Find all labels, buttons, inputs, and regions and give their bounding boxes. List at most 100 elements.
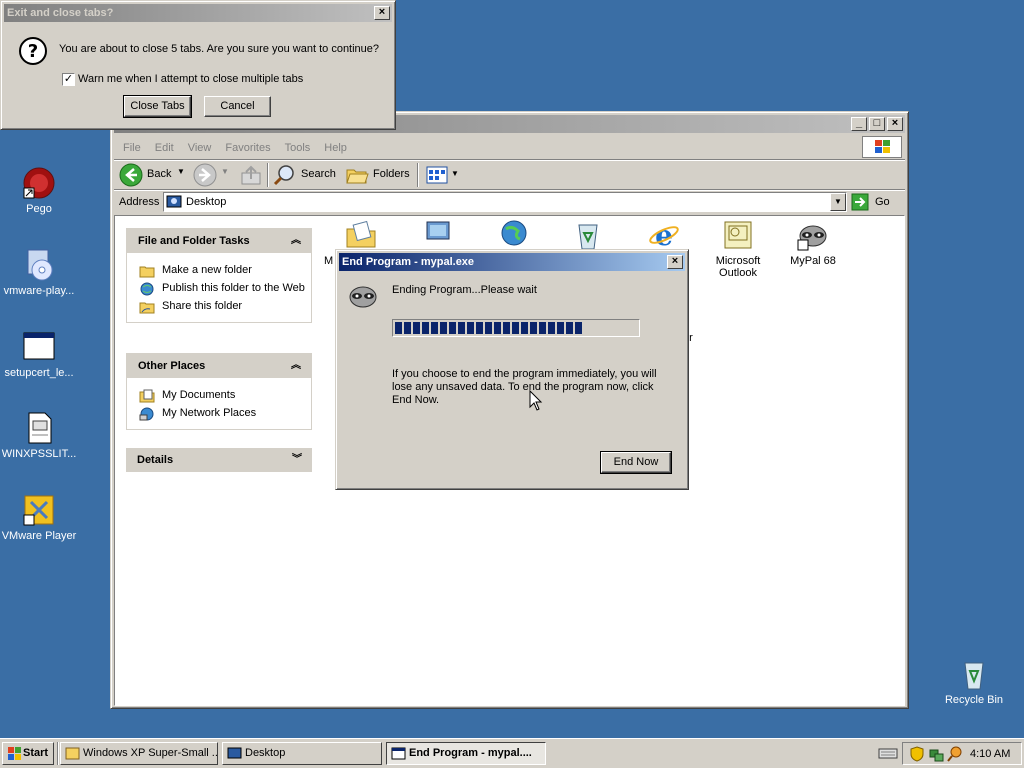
warn-multiple-tabs-label[interactable]: Warn me when I attempt to close multiple… — [78, 73, 303, 85]
svg-text:?: ? — [28, 41, 38, 62]
desktop-icon-label: WINXPSSLIT... — [1, 448, 77, 460]
cancel-button[interactable]: Cancel — [204, 96, 271, 117]
file-folder-tasks-header[interactable]: File and Folder Tasks ︽ — [127, 229, 311, 253]
internet-explorer-icon: e — [648, 219, 680, 252]
desktop-icon — [227, 747, 242, 759]
go-button[interactable]: Go — [851, 193, 895, 212]
views-button[interactable]: ▼ — [425, 164, 461, 186]
keyboard-icon[interactable] — [878, 744, 898, 765]
desktop-icon-setupcert[interactable]: setupcert_le... — [0, 330, 79, 379]
back-button[interactable]: Back ▼ — [119, 163, 199, 187]
question-icon: ? — [18, 36, 48, 69]
exit-dialog-message: You are about to close 5 tabs. Are you s… — [59, 43, 380, 55]
end-progress-bar — [392, 319, 640, 337]
collapse-chevron-icon: ︽ — [291, 360, 301, 371]
menu-file[interactable]: File — [123, 142, 141, 154]
back-arrow-icon — [119, 163, 143, 187]
taskbar-button-windows-xp[interactable]: Windows XP Super-Small ... — [60, 742, 218, 765]
close-button[interactable]: × — [374, 6, 390, 20]
windows-flag-icon — [8, 747, 21, 760]
task-publish-folder[interactable]: Publish this folder to the Web — [127, 282, 311, 296]
expand-chevron-icon: ︾ — [292, 454, 302, 465]
publish-web-icon — [140, 282, 154, 296]
desktop-icon-vmware-player[interactable]: VMware Player — [0, 493, 79, 542]
application-window-icon — [22, 330, 56, 364]
file-folder-tasks-panel: File and Folder Tasks ︽ Make a new folde… — [126, 228, 312, 323]
menu-view[interactable]: View — [188, 142, 212, 154]
desktop-icon-label: Recycle Bin — [944, 694, 1004, 706]
windows-flag-icon — [875, 140, 890, 153]
network-places-icon — [139, 407, 154, 421]
content-icon-microsoft-outlook[interactable]: Microsoft Outlook — [698, 219, 778, 279]
minimize-button[interactable]: _ — [851, 117, 867, 131]
ending-status-text: Ending Program...Please wait — [392, 284, 537, 296]
my-documents-folder-icon — [345, 219, 377, 251]
search-button[interactable]: Search — [273, 163, 337, 187]
mypal-raccoon-icon — [347, 280, 379, 315]
menu-bar: File Edit View Favorites Tools Help — [123, 140, 361, 156]
security-shield-icon[interactable] — [909, 746, 925, 762]
folders-icon — [346, 169, 369, 184]
clock[interactable]: 4:10 AM — [970, 748, 1010, 760]
maximize-button[interactable]: □ — [869, 117, 885, 131]
end-now-button[interactable]: End Now — [600, 451, 672, 474]
exit-dialog-titlebar[interactable]: Exit and close tabs? × — [4, 4, 392, 22]
windows-logo — [862, 136, 902, 158]
folders-button[interactable]: Folders — [345, 163, 411, 187]
recycle-bin-icon — [572, 219, 604, 251]
system-tray: 4:10 AM — [902, 742, 1022, 765]
my-documents-icon — [139, 389, 155, 403]
warn-multiple-tabs-checkbox[interactable]: ✓ — [62, 73, 75, 86]
place-my-network-places[interactable]: My Network Places — [127, 407, 311, 421]
chevron-down-icon: ▼ — [177, 167, 185, 176]
search-tray-icon[interactable] — [947, 746, 963, 762]
network-tray-icon[interactable] — [928, 746, 944, 762]
my-computer-icon — [422, 219, 454, 251]
end-program-titlebar[interactable]: End Program - mypal.exe × — [339, 253, 685, 271]
forward-arrow-icon — [193, 163, 217, 187]
menu-help[interactable]: Help — [324, 142, 347, 154]
other-places-header[interactable]: Other Places ︽ — [127, 354, 311, 378]
menu-favorites[interactable]: Favorites — [225, 142, 270, 154]
application-window-icon — [391, 747, 406, 760]
place-my-documents[interactable]: My Documents — [127, 389, 311, 403]
svg-text:e: e — [655, 219, 673, 251]
end-program-dialog: End Program - mypal.exe × Ending Program… — [335, 249, 689, 490]
desktop-icon-label: vmware-play... — [3, 285, 75, 297]
desktop-icon-pego[interactable]: Pego — [0, 166, 79, 215]
views-icon — [426, 166, 448, 184]
installer-cd-icon — [22, 248, 56, 282]
start-button[interactable]: Start — [2, 742, 54, 765]
menu-edit[interactable]: Edit — [155, 142, 174, 154]
search-icon — [273, 165, 294, 186]
taskbar-button-end-program[interactable]: End Program - mypal.... — [386, 742, 546, 765]
close-button[interactable]: × — [667, 255, 683, 269]
forward-button[interactable]: ▼ — [193, 163, 231, 187]
up-folder-icon — [241, 165, 261, 185]
taskbar-button-desktop[interactable]: Desktop — [222, 742, 382, 765]
exit-close-tabs-dialog: Exit and close tabs? × ? You are about t… — [0, 0, 396, 130]
close-tabs-button[interactable]: Close Tabs — [123, 95, 192, 118]
close-button[interactable]: × — [887, 117, 903, 131]
task-share-folder[interactable]: Share this folder — [127, 300, 311, 314]
address-label: Address — [119, 196, 160, 208]
new-folder-icon — [139, 266, 155, 278]
task-make-new-folder[interactable]: Make a new folder — [127, 264, 311, 278]
chevron-down-icon: ▼ — [221, 167, 229, 176]
taskbar: Start Windows XP Super-Small ... Desktop… — [0, 738, 1024, 768]
desktop-icon-vmware-installer[interactable]: vmware-play... — [0, 248, 79, 297]
content-icon-mypal[interactable]: MyPal 68 — [773, 219, 853, 267]
share-folder-icon — [139, 302, 155, 314]
network-globe-icon — [498, 219, 530, 251]
menu-tools[interactable]: Tools — [285, 142, 311, 154]
up-folder-button[interactable] — [239, 163, 263, 190]
details-panel: Details ︾ — [126, 448, 312, 472]
details-header[interactable]: Details ︾ — [126, 448, 312, 472]
desktop-icon-label: setupcert_le... — [4, 367, 74, 379]
desktop-icon-recycle-bin[interactable]: Recycle Bin — [934, 657, 1014, 706]
desktop-icon-winxpsslit[interactable]: WINXPSSLIT... — [0, 411, 79, 460]
go-arrow-icon — [851, 193, 869, 211]
address-field[interactable]: Desktop ▼ — [163, 192, 847, 212]
desktop-icon-label: Pego — [26, 203, 52, 215]
address-dropdown-button[interactable]: ▼ — [830, 193, 846, 211]
